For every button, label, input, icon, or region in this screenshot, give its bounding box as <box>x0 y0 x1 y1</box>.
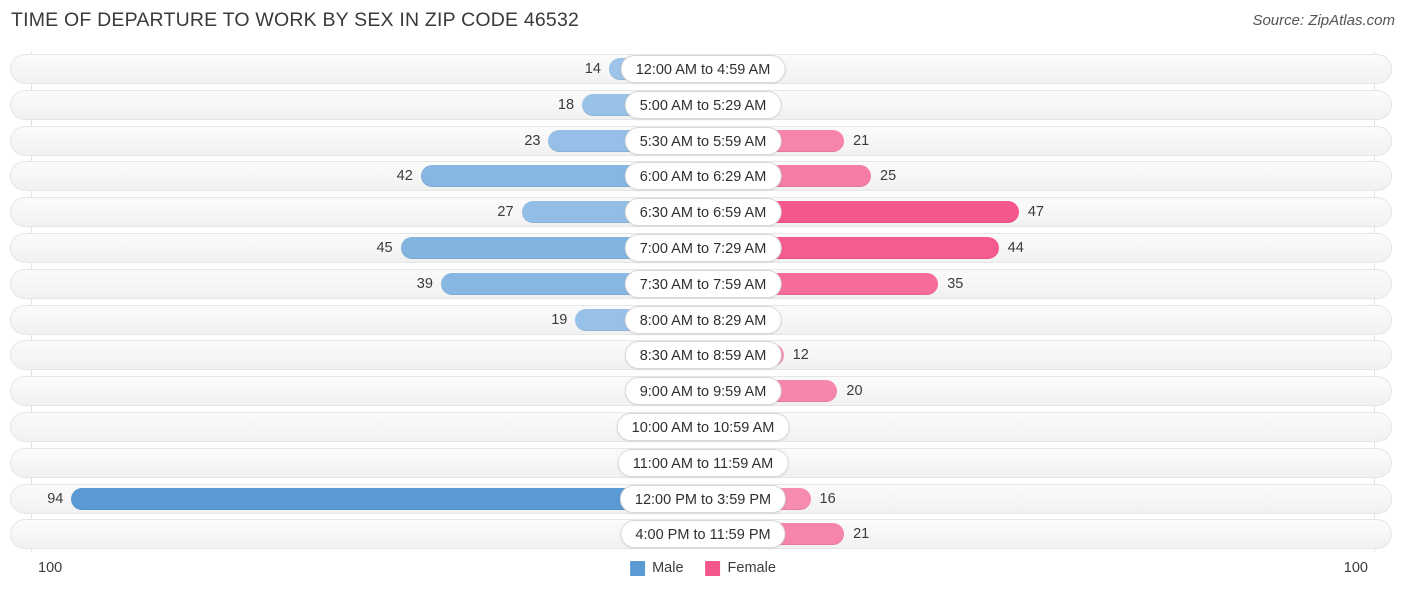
bar-male[interactable] <box>71 487 703 510</box>
value-label-male: 27 <box>497 204 514 221</box>
chart-plot-area: 14812:00 AM to 4:59 AM1805:00 AM to 5:29… <box>0 52 1406 552</box>
value-label-female: 25 <box>880 168 897 185</box>
value-label-male: 42 <box>396 168 413 185</box>
value-label-male: 19 <box>551 311 568 328</box>
value-label-female: 21 <box>853 132 870 149</box>
chart-footer: 100 100 Male Female <box>0 552 1406 594</box>
value-label-male: 23 <box>524 132 541 149</box>
category-label: 12:00 AM to 4:59 AM <box>620 55 786 83</box>
chart-row[interactable]: 0209:00 AM to 9:59 AM <box>0 374 1406 410</box>
category-label: 6:30 AM to 6:59 AM <box>624 198 782 227</box>
legend-label-female: Female <box>727 560 776 576</box>
chart-row[interactable]: 0128:30 AM to 8:59 AM <box>0 338 1406 374</box>
category-label: 10:00 AM to 10:59 AM <box>616 413 790 441</box>
axis-max-right: 100 <box>1343 560 1368 576</box>
category-label: 5:00 AM to 5:29 AM <box>624 90 782 119</box>
category-label: 6:00 AM to 6:29 AM <box>624 162 782 191</box>
value-label-female: 44 <box>1007 240 1024 256</box>
legend-swatch-male <box>630 560 646 576</box>
chart-row[interactable]: 7214:00 PM to 11:59 PM <box>0 517 1406 553</box>
chart-row[interactable]: 42 25 6:00 AM to 6:29 AM <box>0 159 1406 195</box>
category-label: 12:00 PM to 3:59 PM <box>619 484 787 513</box>
value-label-female: 35 <box>947 275 964 292</box>
category-label: 8:00 AM to 8:29 AM <box>624 305 782 334</box>
category-label: 4:00 PM to 11:59 PM <box>620 520 786 549</box>
value-label-male: 45 <box>376 240 393 256</box>
value-label-male: 14 <box>584 61 601 77</box>
category-label: 9:00 AM to 9:59 AM <box>624 377 782 406</box>
chart-row[interactable]: 27 47 6:30 AM to 6:59 AM <box>0 195 1406 231</box>
category-label: 11:00 AM to 11:59 AM <box>617 448 789 477</box>
chart-row[interactable]: 39 35 7:30 AM to 7:59 AM <box>0 267 1406 303</box>
value-label-female: 20 <box>846 383 863 400</box>
source-attribution: Source: ZipAtlas.com <box>1252 12 1395 29</box>
value-label-female: 12 <box>792 347 809 364</box>
axis-max-left: 100 <box>38 560 63 576</box>
chart-root: TIME OF DEPARTURE TO WORK BY SEX IN ZIP … <box>0 0 1406 594</box>
chart-row[interactable]: 23 21 5:30 AM to 5:59 AM <box>0 124 1406 160</box>
legend-item-male[interactable]: Male <box>630 560 684 576</box>
legend-label-male: Male <box>652 560 684 576</box>
category-label: 7:30 AM to 7:59 AM <box>624 269 782 298</box>
chart-row[interactable]: 94 16 12:00 PM to 3:59 PM <box>0 482 1406 518</box>
category-label: 8:30 AM to 8:59 AM <box>624 341 782 370</box>
value-label-male: 39 <box>416 275 433 292</box>
value-label-female: 16 <box>819 490 836 507</box>
value-label-male: 94 <box>47 490 64 507</box>
category-label: 7:00 AM to 7:29 AM <box>624 234 782 262</box>
value-label-female: 47 <box>1027 204 1044 221</box>
chart-row[interactable]: 1805:00 AM to 5:29 AM <box>0 88 1406 124</box>
chart-header: TIME OF DEPARTURE TO WORK BY SEX IN ZIP … <box>0 0 1406 44</box>
chart-row[interactable]: 0010:00 AM to 10:59 AM <box>0 410 1406 446</box>
chart-row[interactable]: 45 44 7:00 AM to 7:29 AM <box>0 231 1406 267</box>
legend-swatch-female <box>705 560 721 576</box>
chart-legend: Male Female <box>630 560 776 576</box>
chart-row[interactable]: 14812:00 AM to 4:59 AM <box>0 52 1406 88</box>
value-label-male: 18 <box>557 96 575 113</box>
chart-row[interactable]: 6011:00 AM to 11:59 AM <box>0 446 1406 482</box>
value-label-female: 21 <box>853 526 870 543</box>
chart-row[interactable]: 1918:00 AM to 8:29 AM <box>0 303 1406 339</box>
category-label: 5:30 AM to 5:59 AM <box>624 126 782 155</box>
page-title: TIME OF DEPARTURE TO WORK BY SEX IN ZIP … <box>11 9 580 31</box>
legend-item-female[interactable]: Female <box>705 560 776 576</box>
